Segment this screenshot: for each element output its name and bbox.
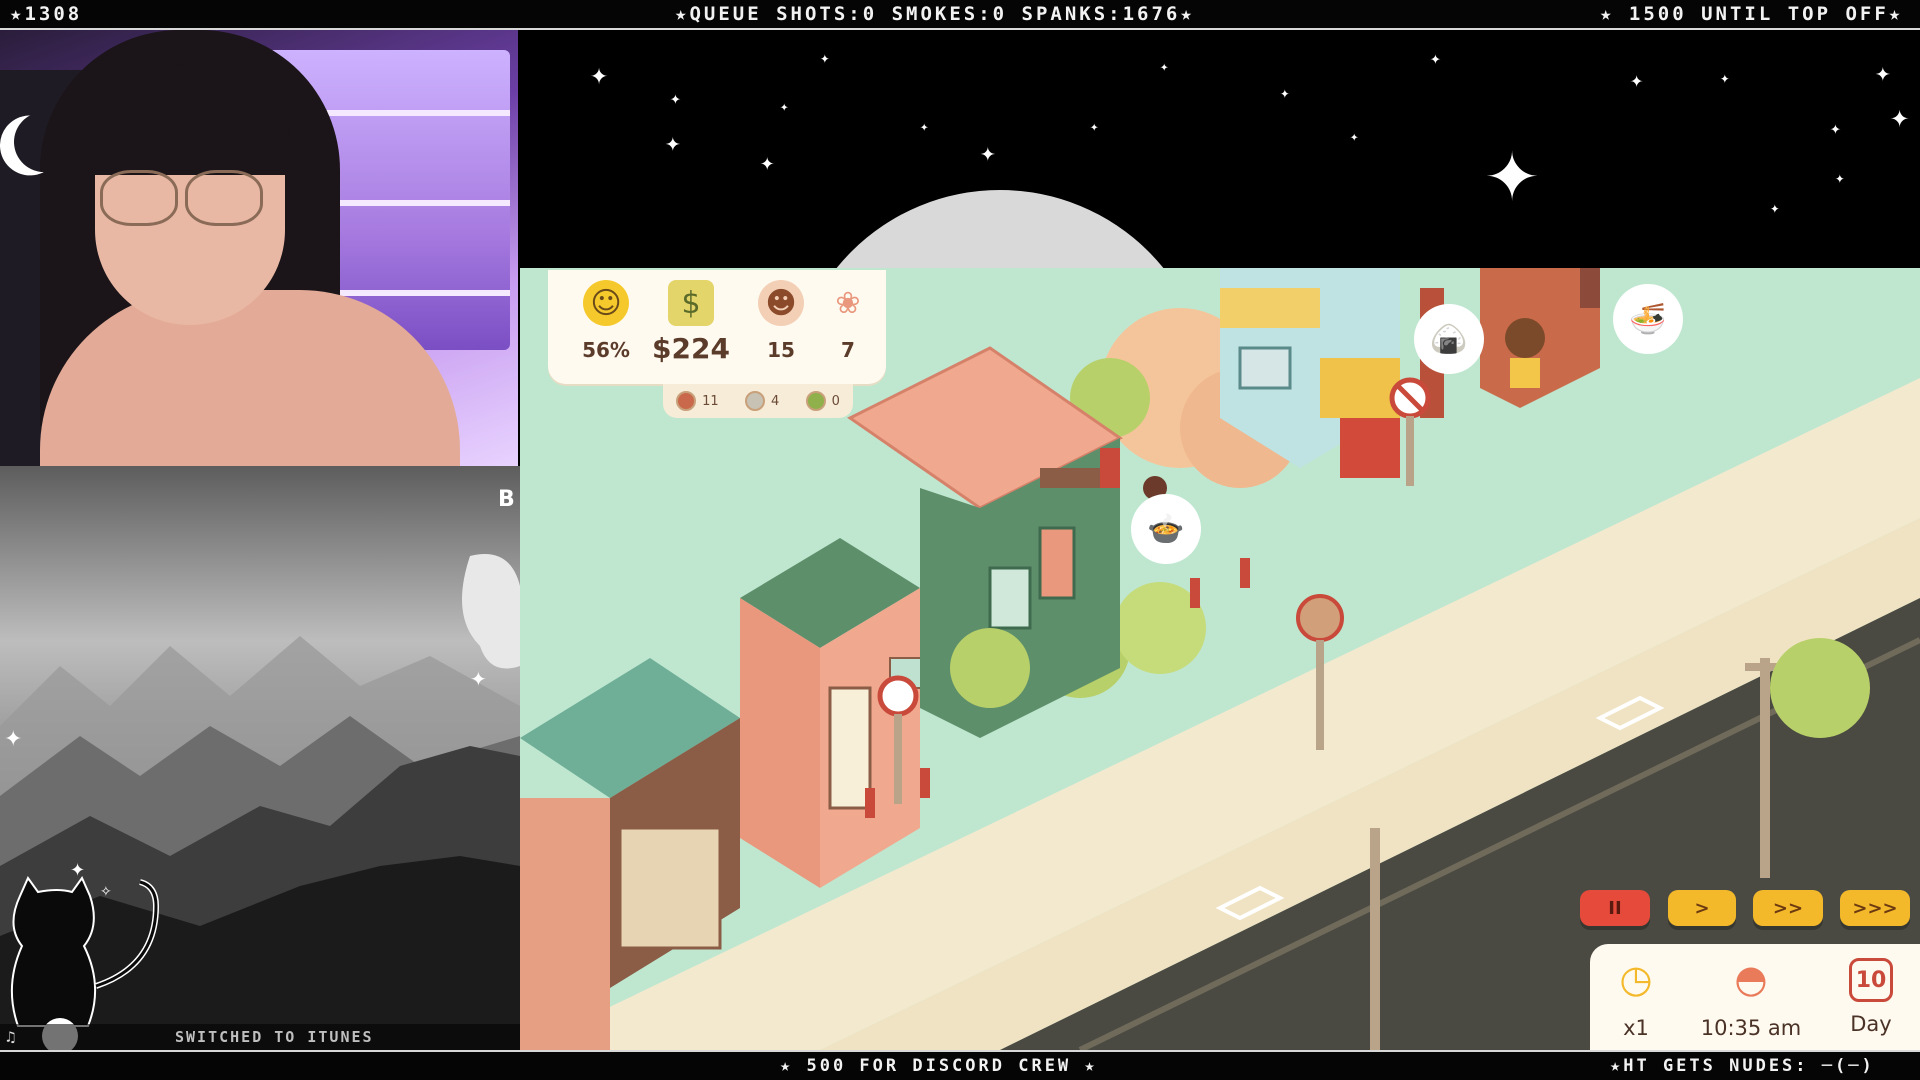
glasses-left-lens	[100, 170, 178, 226]
star-icon: ✦	[1280, 83, 1290, 102]
ticker-top-left: ★1308	[10, 3, 83, 25]
sub-stat-value: 4	[770, 393, 780, 409]
webcam-feed	[0, 30, 518, 466]
star-icon: ✦	[1090, 119, 1099, 135]
time-clock: ◓ 10:35 am	[1686, 952, 1816, 1040]
customer-face-icon: ☻	[758, 280, 804, 326]
star-icon: ✦	[590, 57, 609, 92]
svg-text:✦: ✦	[470, 667, 487, 691]
stopwatch-icon: ◷	[1619, 957, 1653, 1001]
game-viewport[interactable]: 🍜 🍙 🍲 ☺ 56% $ $224 ☻ 15 ❀ 7 11 4 0	[520, 268, 1920, 1050]
star-icon: ✦	[1430, 48, 1441, 69]
customer-type-c-icon	[805, 391, 826, 411]
onigiri-icon: 🍙	[1430, 321, 1468, 357]
ticker-bottom-center: ★ 500 FOR DISCORD CREW ★	[780, 1056, 1098, 1076]
ramen-bowl-icon: 🍜	[1629, 301, 1667, 337]
full-moon	[790, 190, 1210, 270]
star-icon: ✦	[920, 119, 929, 135]
star-icon: ✦	[1630, 68, 1644, 93]
glasses-right-lens	[185, 170, 263, 226]
mountain-landscape: B ✦ ✧ ✦ ✦	[0, 487, 520, 1050]
customer-type-b-icon	[744, 391, 765, 411]
smiley-moon-icon: ☺	[583, 280, 629, 326]
clock-value: 10:35 am	[1700, 1016, 1802, 1040]
music-note-icon: ♫	[6, 1028, 18, 1046]
happiness-value: 56%	[582, 338, 630, 362]
customer-request-bubble[interactable]: 🍙	[1418, 308, 1480, 370]
sub-stat-value: 0	[831, 393, 840, 409]
tulip-icon: ❀	[835, 285, 861, 321]
top-ticker-bar: ★1308 ★QUEUE SHOTS:0 SMOKES:0 SPANKS:167…	[0, 0, 1920, 30]
hud-tulips: ❀ 7	[820, 280, 876, 363]
star-icon: ✦	[1770, 198, 1780, 217]
bottom-ticker-bar: ★ 500 FOR DISCORD CREW ★ ★HT GETS NUDES:…	[0, 1050, 1920, 1080]
star-icon: ✦	[1720, 68, 1730, 87]
ticker-top-center: ★QUEUE SHOTS:0 SMOKES:0 SPANKS:1676★	[675, 3, 1195, 25]
star-icon: ✦	[665, 128, 681, 158]
scenery-panel: B ✦ ✧ ✦ ✦ ♫ SWITCHED TO ITUNES	[0, 466, 520, 1050]
star-icon: ✦	[780, 99, 789, 115]
night-sky: ✦ ✦ ✦ ✦ ✦ ✦ ✦ ✦ ✦ ✦ ✦ ✦ ✦ ✦ ✦ ✦ ✦ ✦ ✦ ✦ …	[520, 30, 1920, 270]
hud-money: $ $224	[646, 280, 736, 365]
pause-button[interactable]: II	[1580, 890, 1650, 926]
play-button[interactable]: >	[1668, 890, 1736, 926]
now-playing-status-bar: ♫ SWITCHED TO ITUNES	[0, 1024, 520, 1050]
star-icon: ✦	[980, 138, 996, 168]
svg-text:B: B	[498, 487, 515, 512]
customer-request-bubble[interactable]: 🍜	[1617, 288, 1679, 350]
star-icon: ✦	[1160, 59, 1169, 75]
fastest-forward-button[interactable]: >>>	[1840, 890, 1910, 926]
star-icon: ✦	[1890, 97, 1910, 135]
hud-customers: ☻ 15	[753, 280, 809, 362]
customer-type-stats: 11 4 0	[663, 384, 853, 418]
hud-happiness: ☺ 56%	[576, 280, 636, 362]
star-icon: ✦	[1830, 118, 1841, 139]
ticker-top-right: ★ 1500 UNTIL TOP OFF★	[1600, 3, 1904, 25]
customers-value: 15	[767, 338, 795, 362]
day-gauge-icon: ◓	[1734, 957, 1768, 1001]
big-star-icon: ✦	[1485, 117, 1540, 222]
day-counter: 10 Day	[1836, 952, 1906, 1036]
star-icon: ✦	[820, 48, 830, 67]
fast-forward-button[interactable]: >>	[1753, 890, 1823, 926]
time-multiplier: ◷ x1	[1606, 952, 1666, 1040]
svg-text:✧: ✧	[100, 884, 112, 900]
cash-stack-icon: $	[668, 280, 714, 326]
ticker-bottom-right: ★HT GETS NUDES: ─(─)	[1610, 1056, 1875, 1076]
star-icon: ✦	[1350, 129, 1359, 145]
day-number: 10	[1855, 967, 1887, 993]
now-playing-text: SWITCHED TO ITUNES	[175, 1028, 374, 1046]
star-icon: ✦	[1875, 58, 1891, 88]
star-icon: ✦	[670, 88, 681, 109]
ramen-bowl-icon: 🍲	[1147, 511, 1185, 547]
stats-hud: ☺ 56% $ $224 ☻ 15 ❀ 7	[548, 270, 886, 384]
svg-text:✦: ✦	[70, 860, 85, 881]
multiplier-value: x1	[1623, 1016, 1649, 1040]
star-icon: ✦	[1835, 168, 1845, 187]
money-value: $224	[652, 332, 730, 365]
calendar-icon: 10	[1849, 958, 1893, 1002]
svg-text:✦: ✦	[4, 727, 22, 752]
tulips-value: 7	[841, 338, 855, 362]
customer-request-bubble[interactable]: 🍲	[1135, 498, 1197, 560]
sub-stat-value: 11	[702, 393, 719, 409]
customer-type-a-icon	[676, 391, 697, 411]
time-panel: ◷ x1 ◓ 10:35 am 10 Day	[1590, 944, 1920, 1050]
star-icon: ✦	[760, 148, 775, 176]
day-label: Day	[1850, 1012, 1892, 1036]
